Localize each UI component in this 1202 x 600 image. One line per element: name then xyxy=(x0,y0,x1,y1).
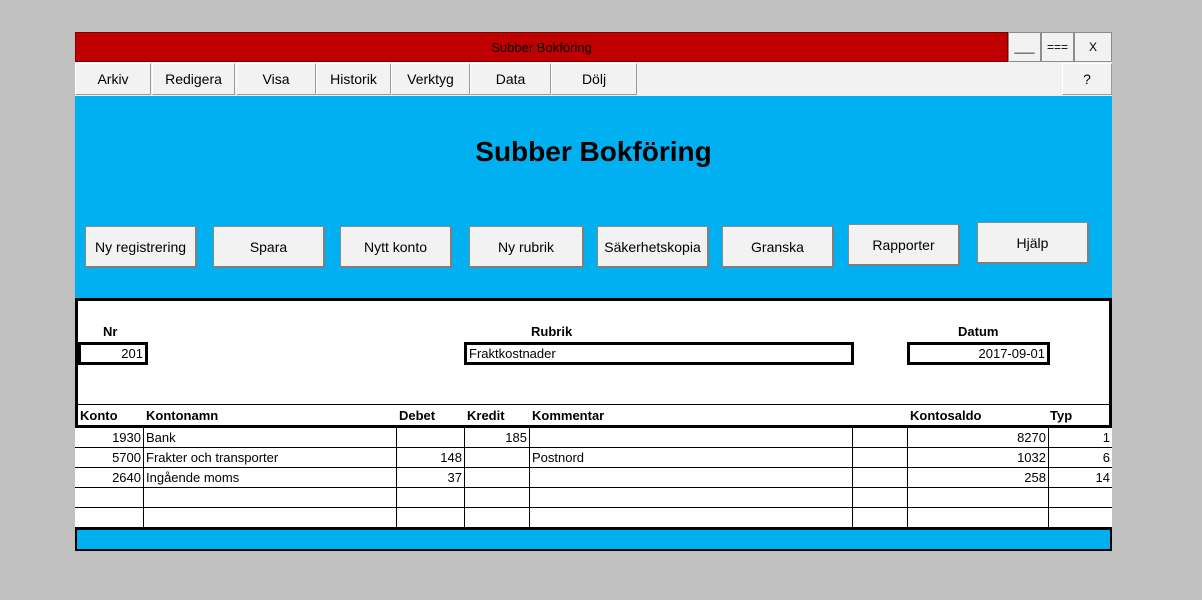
new-registration-button[interactable]: Ny registrering xyxy=(85,226,197,268)
cell-kontosaldo[interactable]: 1032 xyxy=(908,448,1049,467)
table-row: 1930 Bank 185 8270 1 xyxy=(75,428,1112,448)
cell-kontonamn[interactable] xyxy=(144,488,397,507)
header-konto: Konto xyxy=(80,408,118,423)
table-row xyxy=(75,488,1112,508)
cell-extra[interactable] xyxy=(853,448,908,467)
header-kommentar: Kommentar xyxy=(532,408,605,423)
new-account-button[interactable]: Nytt konto xyxy=(340,226,452,268)
cell-konto[interactable] xyxy=(75,488,144,507)
header-kontosaldo: Kontosaldo xyxy=(910,408,982,423)
cell-extra[interactable] xyxy=(853,428,908,447)
cell-kontosaldo[interactable] xyxy=(908,508,1049,527)
nr-field[interactable]: 201 xyxy=(78,342,148,365)
banner-title: Subber Bokföring xyxy=(475,136,712,167)
header-typ: Typ xyxy=(1050,408,1073,423)
cell-extra[interactable] xyxy=(853,488,908,507)
cell-kredit[interactable] xyxy=(465,448,530,467)
rubrik-field[interactable]: Fraktkostnader xyxy=(464,342,854,365)
nr-label: Nr xyxy=(103,324,118,339)
cell-konto[interactable]: 1930 xyxy=(75,428,144,447)
cell-debet[interactable]: 148 xyxy=(397,448,465,467)
cell-kontosaldo[interactable] xyxy=(908,488,1049,507)
cell-typ[interactable] xyxy=(1049,508,1112,527)
table-row: 5700 Frakter och transporter 148 Postnor… xyxy=(75,448,1112,468)
datum-field[interactable]: 2017-09-01 xyxy=(907,342,1050,365)
minimize-button[interactable]: ___ xyxy=(1008,32,1041,62)
header-kontonamn: Kontonamn xyxy=(146,408,219,423)
cell-typ[interactable]: 14 xyxy=(1049,468,1112,487)
help-menu-button[interactable]: ? xyxy=(1062,63,1112,95)
cell-extra[interactable] xyxy=(853,508,908,527)
transactions-table-body: 1930 Bank 185 8270 1 5700 Frakter och tr… xyxy=(75,428,1112,528)
menu-bar: Arkiv Redigera Visa Historik Verktyg Dat… xyxy=(75,62,1112,96)
menu-redigera[interactable]: Redigera xyxy=(152,63,235,95)
voucher-header-form: Nr 201 Rubrik Fraktkostnader Datum 2017-… xyxy=(75,298,1112,407)
transactions-table-header: Konto Kontonamn Debet Kredit Kommentar K… xyxy=(75,405,1112,428)
cell-konto[interactable]: 2640 xyxy=(75,468,144,487)
close-button[interactable]: X xyxy=(1074,32,1112,62)
review-button[interactable]: Granska xyxy=(722,226,834,268)
cell-kredit[interactable] xyxy=(465,508,530,527)
menu-visa[interactable]: Visa xyxy=(236,63,316,95)
cell-typ[interactable]: 1 xyxy=(1049,428,1112,447)
cell-kredit[interactable]: 185 xyxy=(465,428,530,447)
banner-area: Subber Bokföring Ny registrering Spara N… xyxy=(75,96,1112,298)
cell-debet[interactable] xyxy=(397,488,465,507)
footer-bar xyxy=(75,528,1112,551)
cell-kredit[interactable] xyxy=(465,488,530,507)
cell-kontonamn[interactable]: Ingående moms xyxy=(144,468,397,487)
save-button[interactable]: Spara xyxy=(213,226,325,268)
cell-typ[interactable]: 6 xyxy=(1049,448,1112,467)
table-row xyxy=(75,508,1112,528)
cell-kontosaldo[interactable]: 258 xyxy=(908,468,1049,487)
window-title: Subber Bokföring xyxy=(491,40,592,55)
menu-historik[interactable]: Historik xyxy=(316,63,391,95)
datum-label: Datum xyxy=(958,324,999,339)
cell-kredit[interactable] xyxy=(465,468,530,487)
menu-arkiv[interactable]: Arkiv xyxy=(75,63,151,95)
header-debet: Debet xyxy=(399,408,436,423)
cell-kommentar[interactable] xyxy=(530,468,853,487)
cell-typ[interactable] xyxy=(1049,488,1112,507)
reports-button[interactable]: Rapporter xyxy=(848,224,960,266)
header-kredit: Kredit xyxy=(467,408,505,423)
cell-kontonamn[interactable]: Bank xyxy=(144,428,397,447)
cell-kontonamn[interactable]: Frakter och transporter xyxy=(144,448,397,467)
title-bar[interactable]: Subber Bokföring xyxy=(75,32,1008,62)
new-heading-button[interactable]: Ny rubrik xyxy=(469,226,584,268)
maximize-button[interactable]: === xyxy=(1041,32,1074,62)
cell-kontosaldo[interactable]: 8270 xyxy=(908,428,1049,447)
menu-dolj[interactable]: Dölj xyxy=(551,63,637,95)
cell-kommentar[interactable] xyxy=(530,428,853,447)
cell-debet[interactable] xyxy=(397,508,465,527)
cell-kommentar[interactable] xyxy=(530,508,853,527)
cell-kontonamn[interactable] xyxy=(144,508,397,527)
rubrik-label: Rubrik xyxy=(531,324,573,339)
table-row: 2640 Ingående moms 37 258 14 xyxy=(75,468,1112,488)
cell-konto[interactable]: 5700 xyxy=(75,448,144,467)
backup-button[interactable]: Säkerhetskopia xyxy=(597,226,709,268)
cell-kommentar[interactable]: Postnord xyxy=(530,448,853,467)
help-button[interactable]: Hjälp xyxy=(977,222,1089,264)
cell-extra[interactable] xyxy=(853,468,908,487)
menu-data[interactable]: Data xyxy=(470,63,551,95)
cell-kommentar[interactable] xyxy=(530,488,853,507)
cell-konto[interactable] xyxy=(75,508,144,527)
cell-debet[interactable]: 37 xyxy=(397,468,465,487)
cell-debet[interactable] xyxy=(397,428,465,447)
menu-verktyg[interactable]: Verktyg xyxy=(391,63,470,95)
app-window: Subber Bokföring ___ === X Arkiv Rediger… xyxy=(75,32,1112,551)
